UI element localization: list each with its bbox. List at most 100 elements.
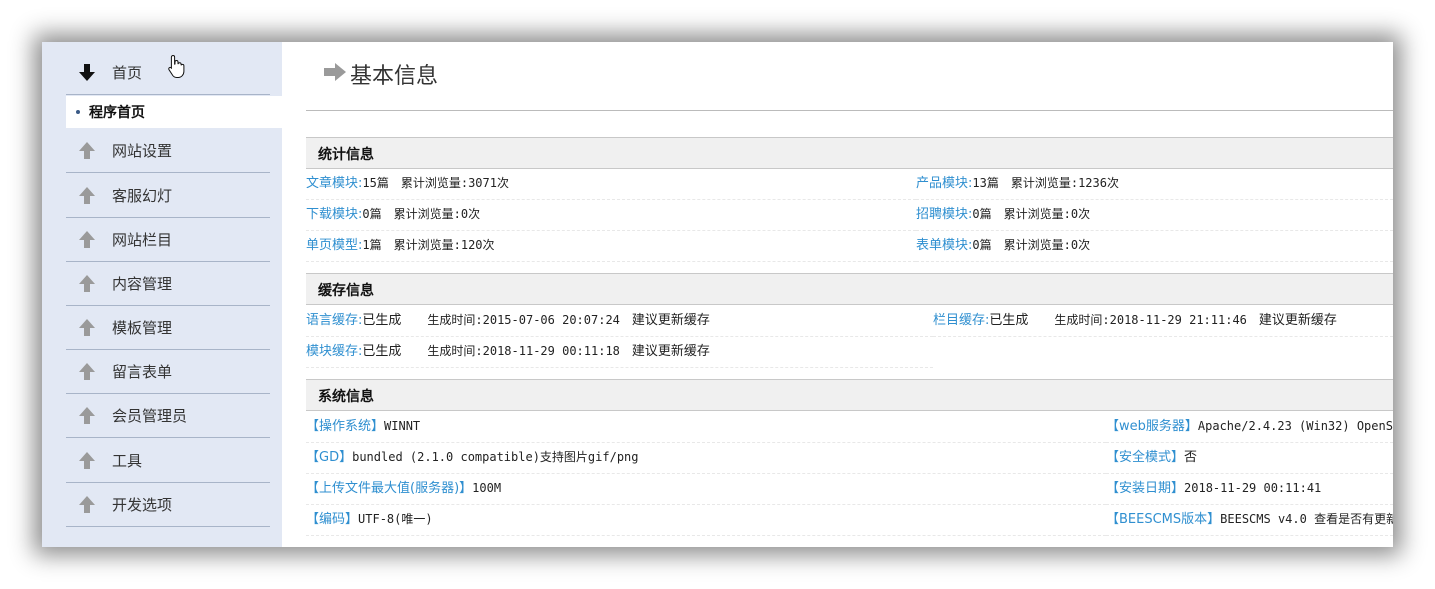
stat-key-link[interactable]: 单页模型: xyxy=(306,238,362,253)
sidebar-subitem-label: 程序首页 xyxy=(89,105,145,121)
arrow-up-icon xyxy=(78,230,96,248)
sidebar-item-label: 开发选项 xyxy=(112,495,173,514)
sidebar-item-content[interactable]: 内容管理 xyxy=(66,261,270,306)
system-row: 【安全模式】否 xyxy=(1106,442,1393,474)
stat-count: 0篇 xyxy=(362,207,382,221)
hand-cursor-icon xyxy=(168,54,186,82)
system-row: 【GD】bundled (2.1.0 compatible)支持图片gif/pn… xyxy=(306,442,1106,474)
sidebar-item-label: 首页 xyxy=(112,63,143,82)
stat-count: 0篇 xyxy=(972,238,992,252)
sidebar-item-dev-options[interactable]: 开发选项 xyxy=(66,482,270,527)
sidebar-item-label: 工具 xyxy=(112,451,143,470)
page-title: 基本信息 xyxy=(324,58,438,90)
arrow-up-icon xyxy=(78,362,96,380)
sidebar-item-templates[interactable]: 模板管理 xyxy=(66,305,270,350)
system-value: WINNT xyxy=(384,419,421,433)
sidebar-item-label: 客服幻灯 xyxy=(112,186,173,205)
stat-count: 0篇 xyxy=(972,207,992,221)
stat-key-link[interactable]: 下载模块: xyxy=(306,207,362,222)
stat-row: 单页模型:1篇 累计浏览量:120次 xyxy=(306,230,916,262)
section-system: 系统信息 xyxy=(306,379,1393,411)
stat-views: 累计浏览量:0次 xyxy=(1003,238,1091,252)
stat-views: 累计浏览量:1236次 xyxy=(1010,176,1119,190)
cache-advice: 建议更新缓存 xyxy=(631,313,710,328)
system-key-link[interactable]: 【web服务器】 xyxy=(1106,419,1198,434)
arrow-right-icon xyxy=(324,63,346,85)
cache-status: 已生成 xyxy=(362,313,402,328)
system-row: 【编码】UTF-8(唯一) xyxy=(306,504,1106,536)
cache-row: 栏目缓存:已生成 生成时间:2018-11-29 21:11:46 建议更新缓存 xyxy=(933,305,1393,337)
stat-key-link[interactable]: 产品模块: xyxy=(916,176,972,191)
cache-row: 模块缓存:已生成 生成时间:2018-11-29 00:11:18 建议更新缓存 xyxy=(306,336,933,368)
cache-time: 生成时间:2015-07-06 20:07:24 xyxy=(427,313,620,327)
cache-key-link[interactable]: 语言缓存: xyxy=(306,313,362,328)
sidebar-item-label: 留言表单 xyxy=(112,362,173,381)
stat-key-link[interactable]: 招聘模块: xyxy=(916,207,972,222)
app-window: 首页 程序首页 网站设置 客服幻灯 网站栏目 内容管理 模板管理 留言表单 会员… xyxy=(42,42,1393,547)
system-value: BEESCMS v4.0 查看是否有更新 xyxy=(1220,512,1393,526)
main-content: 基本信息 统计信息 文章模块:15篇 累计浏览量:3071次 产品模块:13篇 累计… xyxy=(306,42,1393,547)
stat-views: 累计浏览量:3071次 xyxy=(400,176,509,190)
system-value: Apache/2.4.23 (Win32) OpenSSL/1.0.2j xyxy=(1197,419,1393,433)
system-row: 【操作系统】WINNT xyxy=(306,411,1106,443)
system-value: 否 xyxy=(1184,450,1198,465)
cache-time: 生成时间:2018-11-29 00:11:18 xyxy=(427,344,620,358)
arrow-up-icon xyxy=(78,186,96,204)
stat-count: 1篇 xyxy=(362,238,382,252)
stat-key-link[interactable]: 文章模块: xyxy=(306,176,362,191)
sidebar-item-label: 会员管理员 xyxy=(112,406,188,425)
system-row: 【BEESCMS版本】BEESCMS v4.0 查看是否有更新 xyxy=(1106,504,1393,536)
arrow-down-icon xyxy=(78,63,96,81)
section-heading: 缓存信息 xyxy=(318,283,374,299)
sidebar-subitem-program-home[interactable]: 程序首页 xyxy=(66,96,282,128)
cache-row: 语言缓存:已生成 生成时间:2015-07-06 20:07:24 建议更新缓存 xyxy=(306,305,933,337)
stat-views: 累计浏览量:0次 xyxy=(393,207,481,221)
system-key-link[interactable]: 【上传文件最大值(服务器)】 xyxy=(306,481,472,496)
system-key-link[interactable]: 【安装日期】 xyxy=(1106,481,1184,496)
system-key-link[interactable]: 【GD】 xyxy=(306,450,352,465)
cache-advice: 建议更新缓存 xyxy=(631,344,710,359)
sidebar-item-members[interactable]: 会员管理员 xyxy=(66,393,270,438)
arrow-up-icon xyxy=(78,318,96,336)
sidebar-item-tools[interactable]: 工具 xyxy=(66,438,270,483)
cache-key-link[interactable]: 模块缓存: xyxy=(306,344,362,359)
system-key-link[interactable]: 【安全模式】 xyxy=(1106,450,1184,465)
arrow-up-icon xyxy=(78,406,96,424)
system-key-link[interactable]: 【BEESCMS版本】 xyxy=(1106,512,1220,527)
system-value: 100M xyxy=(472,481,502,495)
stat-count: 13篇 xyxy=(972,176,999,190)
sidebar-item-service-slides[interactable]: 客服幻灯 xyxy=(66,173,270,218)
stat-views: 累计浏览量:0次 xyxy=(1003,207,1091,221)
stat-row: 文章模块:15篇 累计浏览量:3071次 xyxy=(306,168,916,200)
arrow-up-icon xyxy=(78,274,96,292)
section-stats: 统计信息 xyxy=(306,137,1393,169)
page-title-text: 基本信息 xyxy=(350,64,439,89)
divider xyxy=(306,110,1393,111)
stat-views: 累计浏览量:120次 xyxy=(393,238,495,252)
stat-row: 产品模块:13篇 累计浏览量:1236次 xyxy=(916,168,1393,200)
stat-row: 下载模块:0篇 累计浏览量:0次 xyxy=(306,199,916,231)
cache-status: 已生成 xyxy=(989,313,1029,328)
cache-key-link[interactable]: 栏目缓存: xyxy=(933,313,989,328)
cache-advice: 建议更新缓存 xyxy=(1258,313,1337,328)
stat-row: 表单模块:0篇 累计浏览量:0次 xyxy=(916,230,1393,262)
section-heading: 系统信息 xyxy=(318,389,374,405)
system-value: UTF-8(唯一) xyxy=(358,512,433,526)
stat-count: 15篇 xyxy=(362,176,389,190)
system-row: 【web服务器】Apache/2.4.23 (Win32) OpenSSL/1.… xyxy=(1106,411,1393,443)
system-key-link[interactable]: 【操作系统】 xyxy=(306,419,384,434)
sidebar-item-label: 模板管理 xyxy=(112,318,173,337)
sidebar-item-messages[interactable]: 留言表单 xyxy=(66,349,270,394)
system-row: 【安装日期】2018-11-29 00:11:41 xyxy=(1106,473,1393,505)
arrow-up-icon xyxy=(78,141,96,159)
stat-key-link[interactable]: 表单模块: xyxy=(916,238,972,253)
sidebar-item-site-columns[interactable]: 网站栏目 xyxy=(66,217,270,262)
bullet-icon xyxy=(76,110,80,114)
sidebar-item-label: 网站栏目 xyxy=(112,230,173,249)
arrow-up-icon xyxy=(78,451,96,469)
system-row: 【上传文件最大值(服务器)】100M xyxy=(306,473,1106,505)
sidebar: 首页 程序首页 网站设置 客服幻灯 网站栏目 内容管理 模板管理 留言表单 会员… xyxy=(42,42,282,547)
system-key-link[interactable]: 【编码】 xyxy=(306,512,358,527)
sidebar-item-label: 网站设置 xyxy=(112,141,173,160)
sidebar-item-site-settings[interactable]: 网站设置 xyxy=(66,128,270,173)
